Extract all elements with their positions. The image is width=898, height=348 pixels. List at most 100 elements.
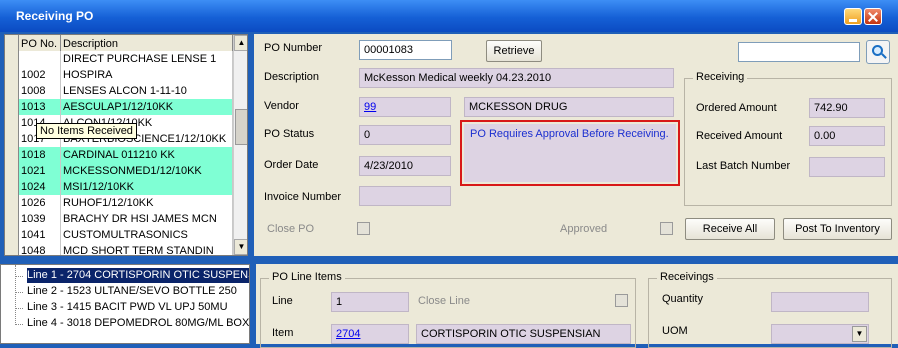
quantity-input[interactable] — [771, 292, 869, 312]
description-cell: RUHOF1/12/10KK — [61, 195, 233, 211]
description-cell: AESCULAP1/12/10KK — [61, 99, 233, 115]
row-selector[interactable] — [5, 211, 19, 227]
ordered-amount-label: Ordered Amount — [696, 102, 777, 114]
tree-item-line-4[interactable]: Line 4 - 3018 DEPOMEDROL 80MG/ML BOX — [27, 316, 249, 331]
invoice-number-label: Invoice Number — [264, 191, 342, 203]
retrieve-button[interactable]: Retrieve — [486, 40, 542, 62]
row-selector[interactable] — [5, 179, 19, 195]
receive-all-button[interactable]: Receive All — [685, 218, 775, 240]
close-line-checkbox[interactable] — [615, 294, 628, 307]
description-cell: MSI1/12/10KK — [61, 179, 233, 195]
scroll-down-icon[interactable]: ▼ — [234, 239, 247, 255]
receiving-group-title: Receiving — [693, 71, 748, 83]
scroll-thumb[interactable] — [235, 109, 247, 145]
tree-connector — [15, 265, 16, 325]
chevron-down-icon[interactable]: ▼ — [852, 326, 867, 342]
po-no-cell: 1026 — [19, 195, 61, 211]
vendor-name-field: MCKESSON DRUG — [464, 97, 674, 117]
line-items-panel: PO Line Items Line 1 Close Line Item 270… — [256, 264, 898, 348]
table-row[interactable]: DIRECT PURCHASE LENSE 1 — [5, 51, 233, 67]
grid-scrollbar[interactable]: ▲ ▼ — [233, 35, 247, 255]
approved-label: Approved — [560, 223, 608, 235]
row-selector[interactable] — [5, 195, 19, 211]
row-selector[interactable] — [5, 131, 19, 147]
approval-message: PO Requires Approval Before Receiving. — [464, 124, 676, 182]
po-no-cell: 1013 — [19, 99, 61, 115]
table-row[interactable]: 1018 CARDINAL 011210 KK — [5, 147, 233, 163]
vendor-id-link[interactable]: 99 — [359, 97, 451, 117]
description-cell: DIRECT PURCHASE LENSE 1 — [61, 51, 233, 67]
table-row[interactable]: 1024 MSI1/12/10KK — [5, 179, 233, 195]
quantity-label: Quantity — [662, 293, 703, 305]
po-no-cell: 1024 — [19, 179, 61, 195]
tree-item-line-1[interactable]: Line 1 - 2704 CORTISPORIN OTIC SUSPENS — [27, 268, 249, 283]
po-no-cell: 1018 — [19, 147, 61, 163]
last-batch-number-label: Last Batch Number — [696, 160, 791, 172]
row-selector[interactable] — [5, 243, 19, 255]
description-field[interactable]: McKesson Medical weekly 04.23.2010 — [359, 68, 674, 88]
table-row[interactable]: 1021 MCKESSONMED1/12/10KK — [5, 163, 233, 179]
row-selector[interactable] — [5, 83, 19, 99]
table-row[interactable]: 1026 RUHOF1/12/10KK — [5, 195, 233, 211]
po-grid: PO No. Description DIRECT PURCHASE LENSE… — [4, 34, 248, 256]
vendor-label: Vendor — [264, 100, 299, 112]
row-selector[interactable] — [5, 115, 19, 131]
window-title: Receiving PO — [16, 9, 94, 23]
row-selector[interactable] — [5, 51, 19, 67]
close-po-checkbox[interactable] — [357, 222, 370, 235]
description-cell: MCD SHORT TERM STANDIN — [61, 243, 233, 255]
receivings-title: Receivings — [657, 271, 717, 283]
description-cell: CARDINAL 011210 KK — [61, 147, 233, 163]
title-bar: Receiving PO — [0, 0, 898, 32]
po-no-cell: 1048 — [19, 243, 61, 255]
description-cell: BRACHY DR HSI JAMES MCN — [61, 211, 233, 227]
close-button[interactable] — [864, 8, 882, 25]
order-date-label: Order Date — [264, 159, 319, 171]
po-no-cell — [19, 51, 61, 67]
received-amount-field: 0.00 — [809, 126, 885, 146]
po-number-label: PO Number — [264, 42, 323, 54]
search-button[interactable] — [866, 40, 890, 64]
description-cell: CUSTOMULTRASONICS — [61, 227, 233, 243]
line-tree: Line 1 - 2704 CORTISPORIN OTIC SUSPENS L… — [0, 264, 250, 344]
scroll-up-icon[interactable]: ▲ — [234, 35, 247, 51]
description-cell: MCKESSONMED1/12/10KK — [61, 163, 233, 179]
close-line-label: Close Line — [418, 295, 470, 307]
table-row[interactable]: 1002 HOSPIRA — [5, 67, 233, 83]
uom-select[interactable]: ▼ — [771, 324, 869, 344]
table-row[interactable]: 1041 CUSTOMULTRASONICS — [5, 227, 233, 243]
search-input[interactable] — [738, 42, 860, 62]
po-number-input[interactable]: 00001083 — [359, 40, 452, 60]
close-po-label: Close PO — [267, 223, 315, 235]
po-no-cell: 1008 — [19, 83, 61, 99]
table-row[interactable]: 1008 LENSES ALCON 1-11-10 — [5, 83, 233, 99]
table-row[interactable]: 1013 AESCULAP1/12/10KK — [5, 99, 233, 115]
invoice-number-field[interactable] — [359, 186, 451, 206]
item-description-field: CORTISPORIN OTIC SUSPENSIAN — [416, 324, 631, 344]
approved-checkbox[interactable] — [660, 222, 673, 235]
table-row[interactable]: 1039 BRACHY DR HSI JAMES MCN — [5, 211, 233, 227]
receiving-group: Receiving Ordered Amount 742.90 Received… — [684, 71, 892, 206]
post-to-inventory-button[interactable]: Post To Inventory — [783, 218, 892, 240]
po-form: PO Number 00001083 Retrieve Description … — [254, 34, 898, 256]
description-cell: LENSES ALCON 1-11-10 — [61, 83, 233, 99]
tree-item-line-3[interactable]: Line 3 - 1415 BACIT PWD VL UPJ 50MU — [27, 300, 228, 315]
row-selector[interactable] — [5, 163, 19, 179]
tree-item-line-2[interactable]: Line 2 - 1523 ULTANE/SEVO BOTTLE 250 — [27, 284, 237, 299]
received-amount-label: Received Amount — [696, 130, 783, 142]
receivings-group: Receivings Quantity UOM ▼ — [648, 271, 892, 348]
table-row[interactable]: 1048 MCD SHORT TERM STANDIN — [5, 243, 233, 255]
item-id-link[interactable]: 2704 — [331, 324, 409, 344]
row-selector[interactable] — [5, 147, 19, 163]
order-date-field[interactable]: 4/23/2010 — [359, 156, 451, 176]
po-no-cell: 1002 — [19, 67, 61, 83]
last-batch-number-field — [809, 157, 885, 177]
ordered-amount-field: 742.90 — [809, 98, 885, 118]
po-no-cell: 1039 — [19, 211, 61, 227]
po-line-items-group: PO Line Items Line 1 Close Line Item 270… — [260, 271, 636, 348]
minimize-button[interactable] — [844, 8, 862, 25]
row-selector[interactable] — [5, 99, 19, 115]
row-selector[interactable] — [5, 227, 19, 243]
uom-label: UOM — [662, 325, 688, 337]
row-selector[interactable] — [5, 67, 19, 83]
